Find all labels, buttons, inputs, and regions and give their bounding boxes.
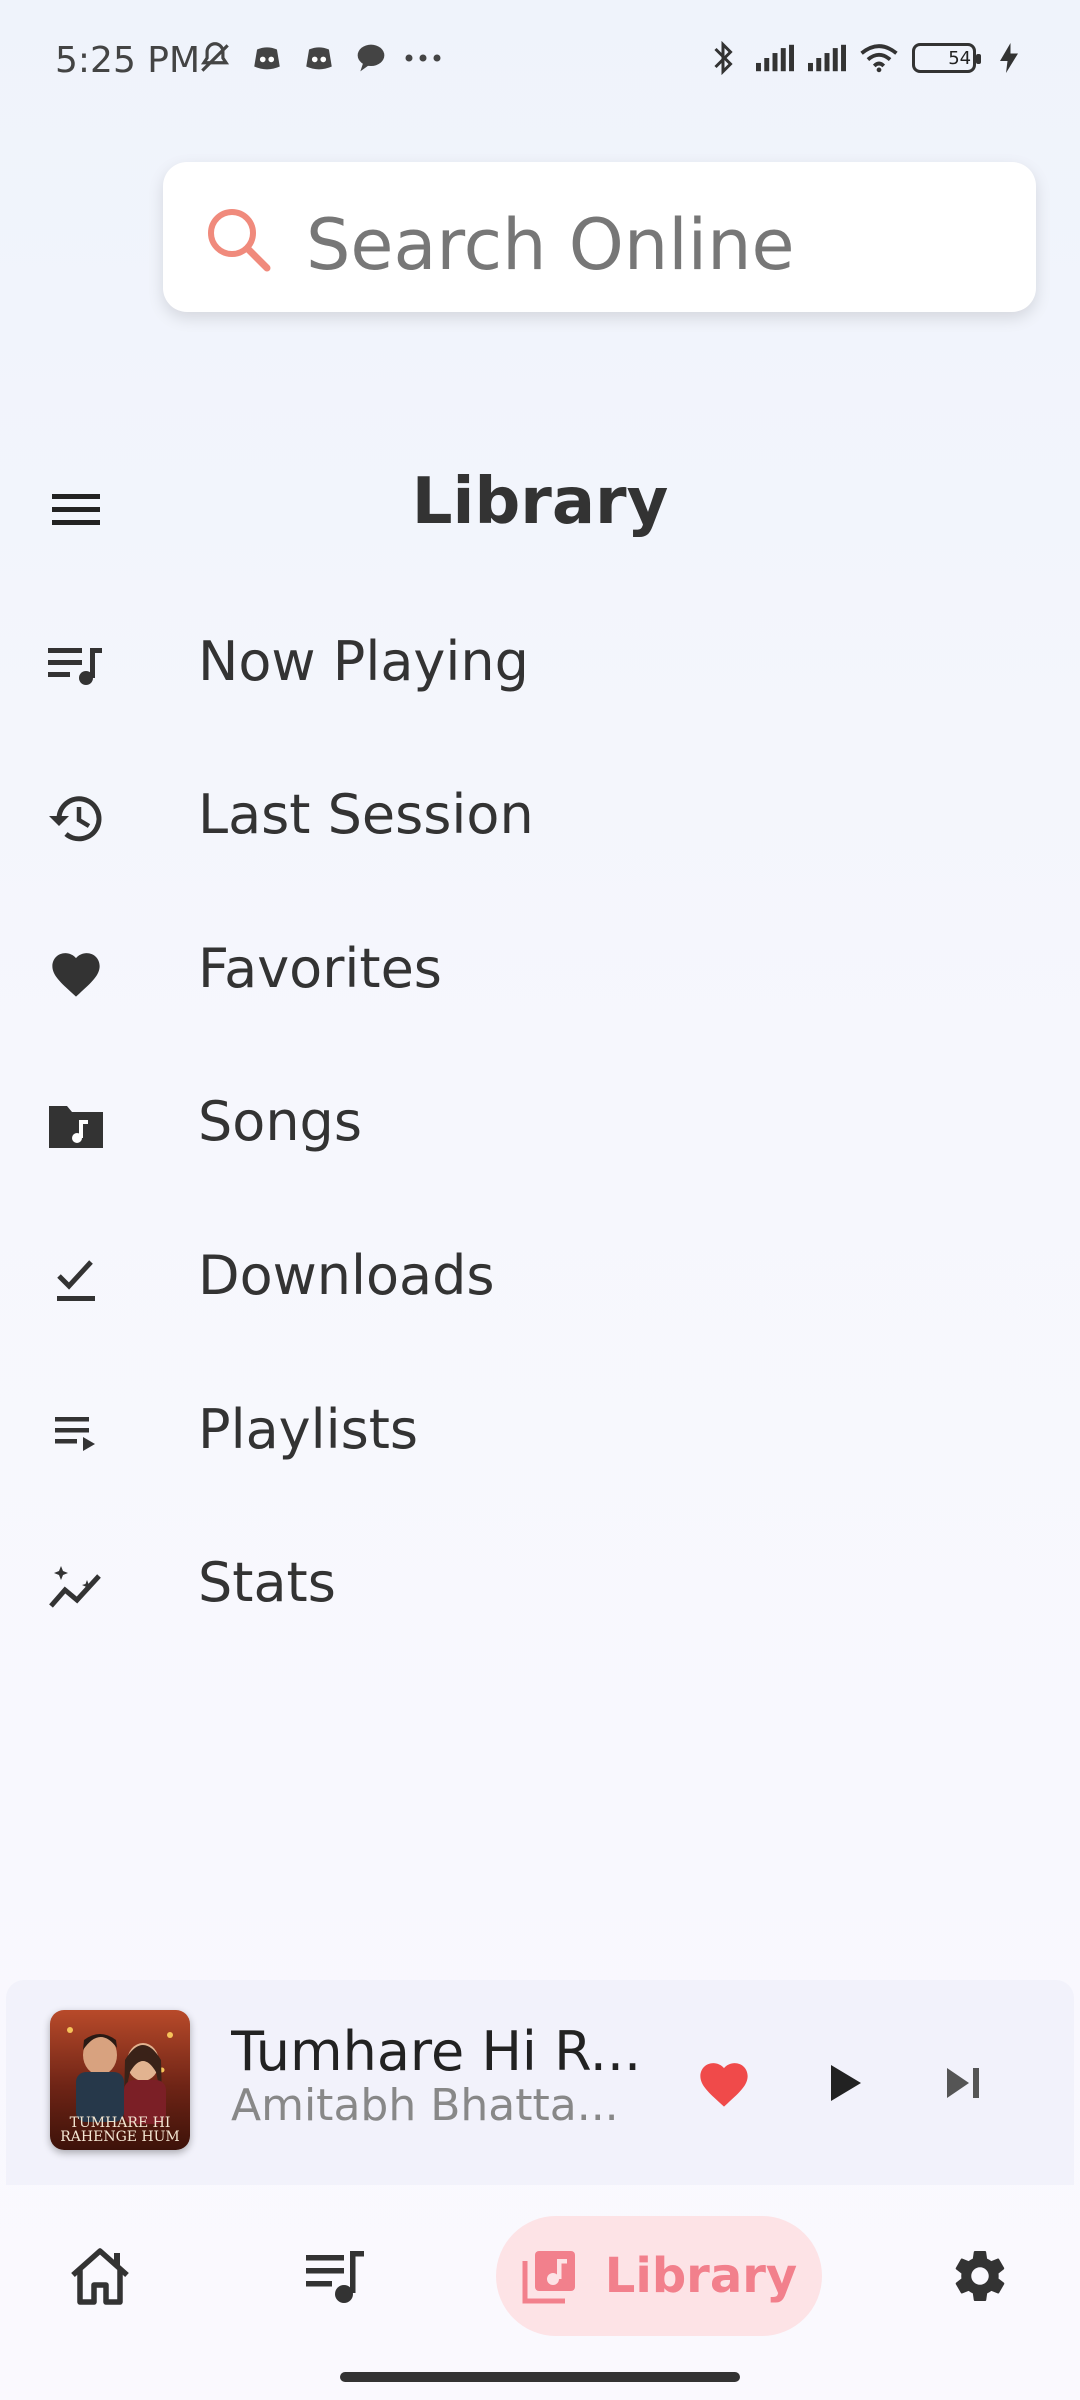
library-item-label: Last Session xyxy=(198,783,534,846)
song-artist[interactable]: Amitabh Bhatta... xyxy=(231,2080,641,2131)
library-item-label: Now Playing xyxy=(198,630,529,693)
home-indicator[interactable] xyxy=(340,2372,740,2382)
nav-library-label: Library xyxy=(604,2248,798,2304)
battery-icon: 54 xyxy=(912,43,981,73)
signal-icon xyxy=(756,38,794,78)
search-bar[interactable]: Search Online xyxy=(163,162,1036,312)
settings-icon xyxy=(955,2251,1005,2302)
nav-library[interactable]: Library xyxy=(496,2216,822,2336)
library-item-now-playing[interactable]: Now Playing xyxy=(0,590,1080,740)
library-item-last-session[interactable]: Last Session xyxy=(0,743,1080,893)
bluetooth-icon xyxy=(704,38,742,78)
home-icon xyxy=(71,2248,129,2305)
library-item-label: Downloads xyxy=(198,1244,495,1307)
song-title[interactable]: Tumhare Hi R... xyxy=(231,2020,641,2083)
wifi-icon xyxy=(860,38,898,78)
library-item-stats[interactable]: Stats xyxy=(0,1511,1080,1661)
history-icon xyxy=(45,788,107,850)
skip-next-button[interactable] xyxy=(928,2048,998,2118)
album-art[interactable]: TUMHARE HI RAHENGE HUM xyxy=(50,2010,190,2150)
favorite-button[interactable] xyxy=(689,2048,759,2118)
status-bar: 5:25 PM 54 xyxy=(0,0,1080,120)
status-time: 5:25 PM xyxy=(55,40,201,81)
music-folder-icon xyxy=(45,1095,107,1157)
library-item-label: Songs xyxy=(198,1090,362,1153)
library-item-downloads[interactable]: Downloads xyxy=(0,1204,1080,1354)
library-item-label: Playlists xyxy=(198,1398,419,1461)
mini-player[interactable]: TUMHARE HI RAHENGE HUM Tumhare Hi R... A… xyxy=(6,1980,1074,2185)
library-item-favorites[interactable]: Favorites xyxy=(0,897,1080,1047)
download-done-icon xyxy=(45,1249,107,1311)
status-system-icons: 54 xyxy=(704,38,1028,78)
status-notification-icons xyxy=(196,38,442,78)
album-art-text: TUMHARE HI RAHENGE HUM xyxy=(60,2115,180,2145)
insights-icon xyxy=(45,1556,107,1618)
library-music-icon xyxy=(522,2251,575,2304)
playlist-play-icon xyxy=(45,1403,107,1465)
signal-icon xyxy=(808,38,846,78)
library-item-label: Stats xyxy=(198,1551,336,1614)
bottom-navigation: Library xyxy=(0,2200,1080,2350)
search-input-placeholder[interactable]: Search Online xyxy=(306,204,795,286)
chat-icon xyxy=(352,38,390,78)
queue-music-icon xyxy=(45,635,107,697)
page-title: Library xyxy=(411,465,669,539)
queue-music-icon xyxy=(306,2251,364,2303)
nav-home[interactable] xyxy=(55,2216,145,2336)
play-icon xyxy=(831,2065,861,2101)
nav-settings[interactable] xyxy=(935,2216,1025,2336)
play-button[interactable] xyxy=(810,2048,880,2118)
charging-icon xyxy=(990,38,1028,78)
search-icon xyxy=(203,204,273,274)
discord-icon xyxy=(300,38,338,78)
heart-filled-icon xyxy=(700,2063,748,2107)
more-icon xyxy=(404,38,442,78)
nav-now-playing[interactable] xyxy=(290,2216,380,2336)
library-item-playlists[interactable]: Playlists xyxy=(0,1358,1080,1508)
library-item-label: Favorites xyxy=(198,937,442,1000)
mute-alarm-icon xyxy=(196,38,234,78)
discord-icon xyxy=(248,38,286,78)
library-item-songs[interactable]: Songs xyxy=(0,1050,1080,1200)
heart-icon xyxy=(45,942,107,1004)
skip-next-icon xyxy=(947,2068,979,2098)
battery-level: 54 xyxy=(948,47,972,69)
